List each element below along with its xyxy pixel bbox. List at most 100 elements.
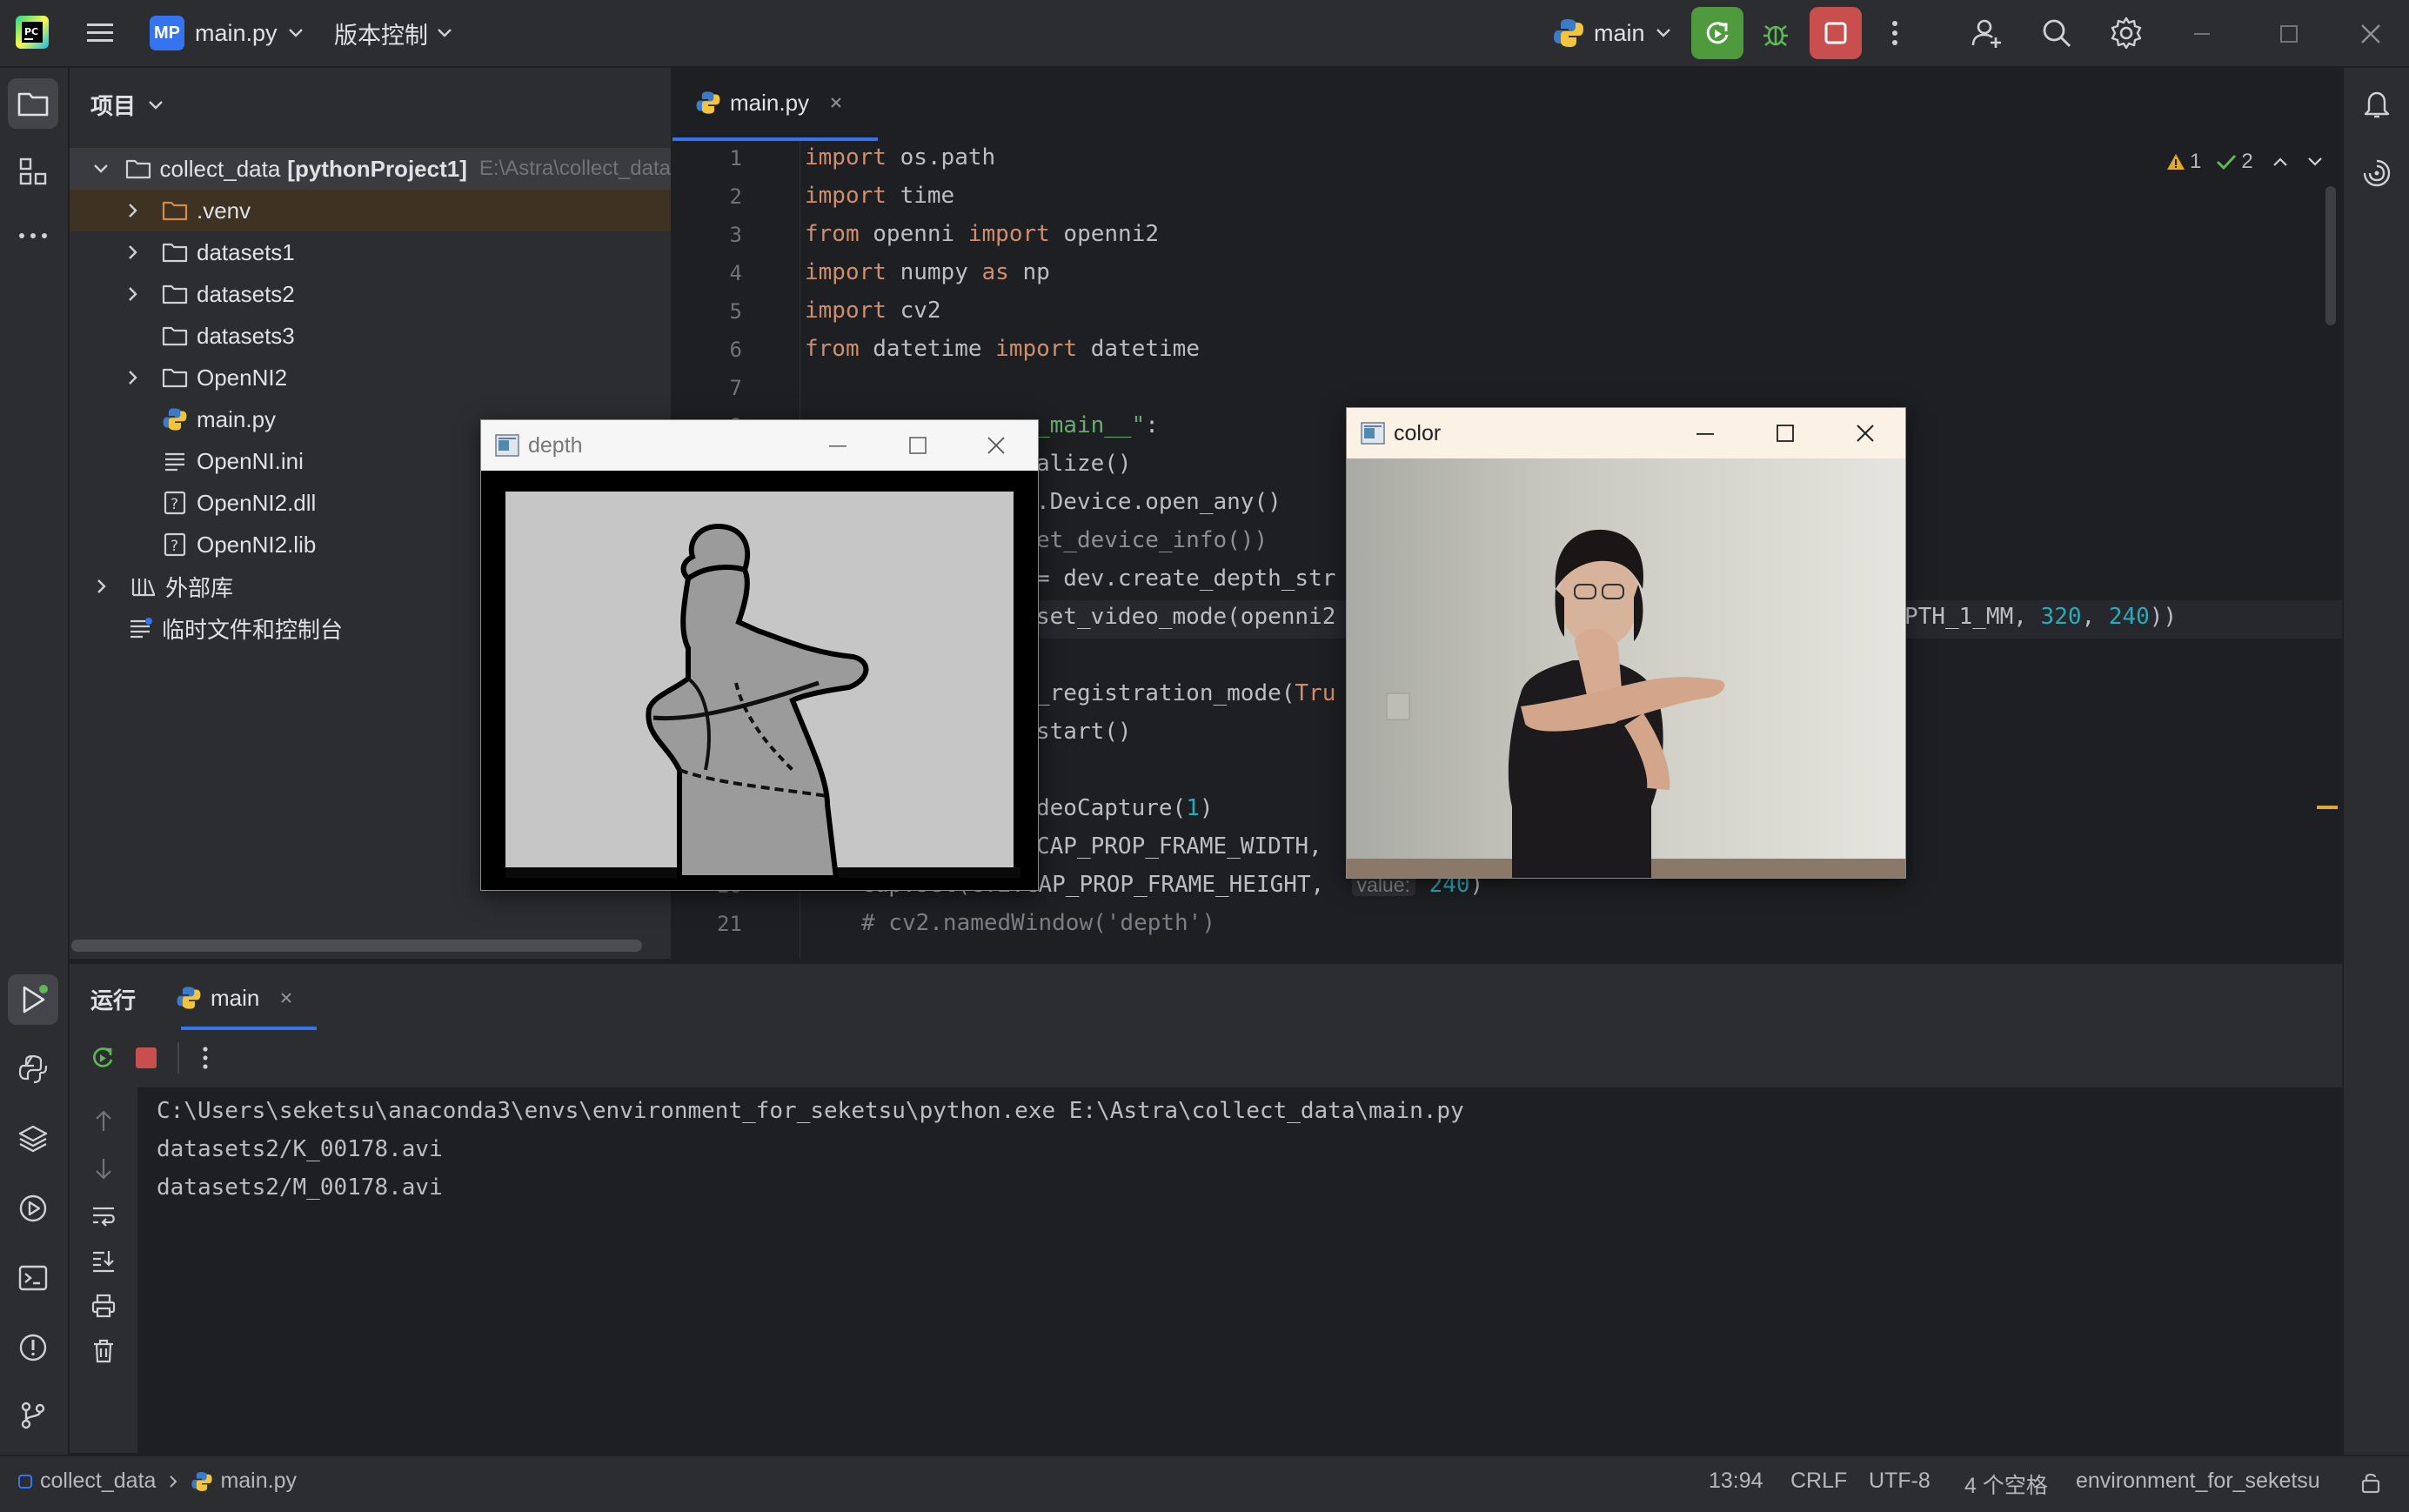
more-actions-icon[interactable] [197, 1044, 214, 1072]
problems-tool-button[interactable] [8, 1322, 58, 1373]
vertical-scrollbar[interactable] [2325, 186, 2336, 325]
project-name: main.py [195, 19, 278, 46]
horizontal-scrollbar[interactable] [71, 940, 642, 952]
tree-item-venv[interactable]: .venv [70, 190, 671, 231]
chevron-down-icon [437, 28, 452, 38]
code-line-1: import os.path [805, 144, 996, 171]
unknown-file-icon: ? [162, 532, 188, 557]
rerun-icon[interactable] [89, 1044, 117, 1072]
run-tab-main[interactable]: main [176, 964, 315, 1032]
chevron-up-icon[interactable] [2272, 157, 2288, 167]
tree-item-openni2[interactable]: OpenNI2 [70, 357, 671, 398]
vcs-tool-button[interactable] [8, 1390, 58, 1441]
python-icon [1552, 17, 1585, 50]
warning-icon [2165, 152, 2186, 171]
line-ending[interactable]: CRLF [1790, 1469, 1847, 1494]
soft-wrap-icon[interactable] [90, 1202, 117, 1228]
notifications-button[interactable] [2352, 78, 2402, 129]
chevron-right-icon[interactable] [127, 369, 148, 386]
maximize-window-icon[interactable] [1745, 408, 1825, 458]
chevron-right-icon[interactable] [127, 202, 148, 219]
close-window-icon[interactable] [2356, 19, 2386, 49]
console-output[interactable]: C:\Users\seketsu\anaconda3\envs\environm… [137, 1087, 2342, 1453]
console-side-toolbar [70, 1087, 137, 1453]
chevron-down-icon[interactable] [92, 163, 111, 175]
more-actions-icon[interactable] [1884, 17, 1905, 49]
rerun-button[interactable] [1691, 7, 1743, 59]
stop-icon[interactable] [134, 1046, 158, 1070]
lock-icon[interactable] [2359, 1470, 2382, 1495]
pycharm-logo-icon[interactable]: PC [16, 16, 49, 49]
close-window-icon[interactable] [1825, 408, 1905, 458]
run-tool-button[interactable] [8, 974, 58, 1025]
color-camera-image [1347, 458, 1905, 878]
tree-item-label: datasets3 [197, 322, 295, 349]
indent-setting[interactable]: 4 个空格 [1964, 1469, 2048, 1500]
search-icon[interactable] [2039, 16, 2074, 50]
folder-icon [162, 283, 188, 305]
scroll-to-end-icon[interactable] [90, 1248, 117, 1274]
color-window[interactable]: color [1346, 407, 1906, 879]
chevron-right-icon[interactable] [127, 285, 148, 303]
project-panel-header[interactable]: 项目 [90, 89, 164, 121]
maximize-window-icon[interactable] [878, 420, 958, 471]
trash-icon[interactable] [90, 1338, 117, 1364]
code-with-me-icon[interactable] [1970, 16, 2004, 50]
warning-stripe-marker[interactable] [2317, 806, 2338, 809]
ok-count: 2 [2241, 150, 2253, 173]
close-tab-icon[interactable] [278, 990, 294, 1006]
services-tool-button[interactable] [8, 1183, 58, 1234]
minimize-window-icon[interactable] [798, 420, 878, 471]
console-line: C:\Users\seketsu\anaconda3\envs\environm… [157, 1098, 1464, 1124]
ai-assistant-button[interactable] [2352, 148, 2402, 198]
more-tools-button[interactable] [8, 211, 58, 261]
breadcrumb-file[interactable]: main.py [220, 1469, 297, 1494]
project-tool-button[interactable] [8, 78, 58, 129]
breadcrumb: collect_data main.py [17, 1469, 297, 1494]
toolbar-separator [177, 1042, 179, 1074]
gear-icon[interactable] [2109, 16, 2144, 50]
tree-item-datasets3[interactable]: datasets3 [70, 315, 671, 357]
python-interpreter[interactable]: environment_for_seketsu [2076, 1469, 2320, 1494]
depth-window[interactable]: depth [480, 419, 1039, 891]
python-console-tool-button[interactable] [8, 1044, 58, 1094]
window-app-icon [495, 434, 519, 457]
chevron-right-icon[interactable] [96, 578, 117, 595]
maximize-window-icon[interactable] [2276, 21, 2302, 47]
run-panel-title: 运行 [90, 987, 137, 1014]
tree-root-row[interactable]: collect_data [pythonProject1] E:\Astra\c… [70, 148, 671, 190]
vcs-widget[interactable]: 版本控制 [334, 14, 452, 52]
scroll-up-icon[interactable] [90, 1108, 117, 1134]
caret-position[interactable]: 13:94 [1709, 1469, 1763, 1494]
structure-tool-button[interactable] [8, 146, 58, 197]
status-bar: collect_data main.py 13:94 CRLF UTF-8 4 … [0, 1455, 2409, 1512]
tree-item-datasets2[interactable]: datasets2 [70, 273, 671, 315]
close-window-icon[interactable] [956, 420, 1036, 471]
stop-button[interactable] [1810, 7, 1862, 59]
tab-main-py[interactable]: main.py [673, 68, 878, 141]
chevron-down-icon[interactable] [2307, 157, 2323, 167]
bug-icon [1763, 24, 1788, 47]
terminal-tool-button[interactable] [8, 1253, 58, 1303]
python-packages-tool-button[interactable] [8, 1114, 58, 1164]
depth-window-titlebar[interactable]: depth [481, 420, 1038, 471]
project-widget[interactable]: MP main.py [150, 14, 304, 52]
print-icon[interactable] [90, 1293, 117, 1319]
run-config-selector[interactable]: main [1552, 14, 1671, 52]
breadcrumb-project[interactable]: collect_data [40, 1469, 156, 1494]
chevron-right-icon[interactable] [127, 244, 148, 261]
ai-assistant-icon [2363, 159, 2391, 187]
main-menu-icon[interactable] [85, 19, 115, 47]
vcs-label: 版本控制 [334, 22, 428, 49]
tree-item-datasets1[interactable]: datasets1 [70, 231, 671, 273]
scroll-down-icon[interactable] [90, 1155, 117, 1181]
minimize-window-icon[interactable] [1665, 408, 1745, 458]
inspection-widget[interactable]: 1 2 [2165, 150, 2323, 174]
file-encoding[interactable]: UTF-8 [1869, 1469, 1931, 1494]
color-window-titlebar[interactable]: color [1347, 408, 1905, 458]
debug-button[interactable] [1754, 12, 1797, 56]
minimize-window-icon[interactable] [2189, 23, 2215, 43]
close-tab-icon[interactable] [828, 95, 844, 110]
editor-tab-bar: main.py [673, 68, 2342, 143]
tree-item-label: OpenNI2.dll [197, 489, 317, 516]
